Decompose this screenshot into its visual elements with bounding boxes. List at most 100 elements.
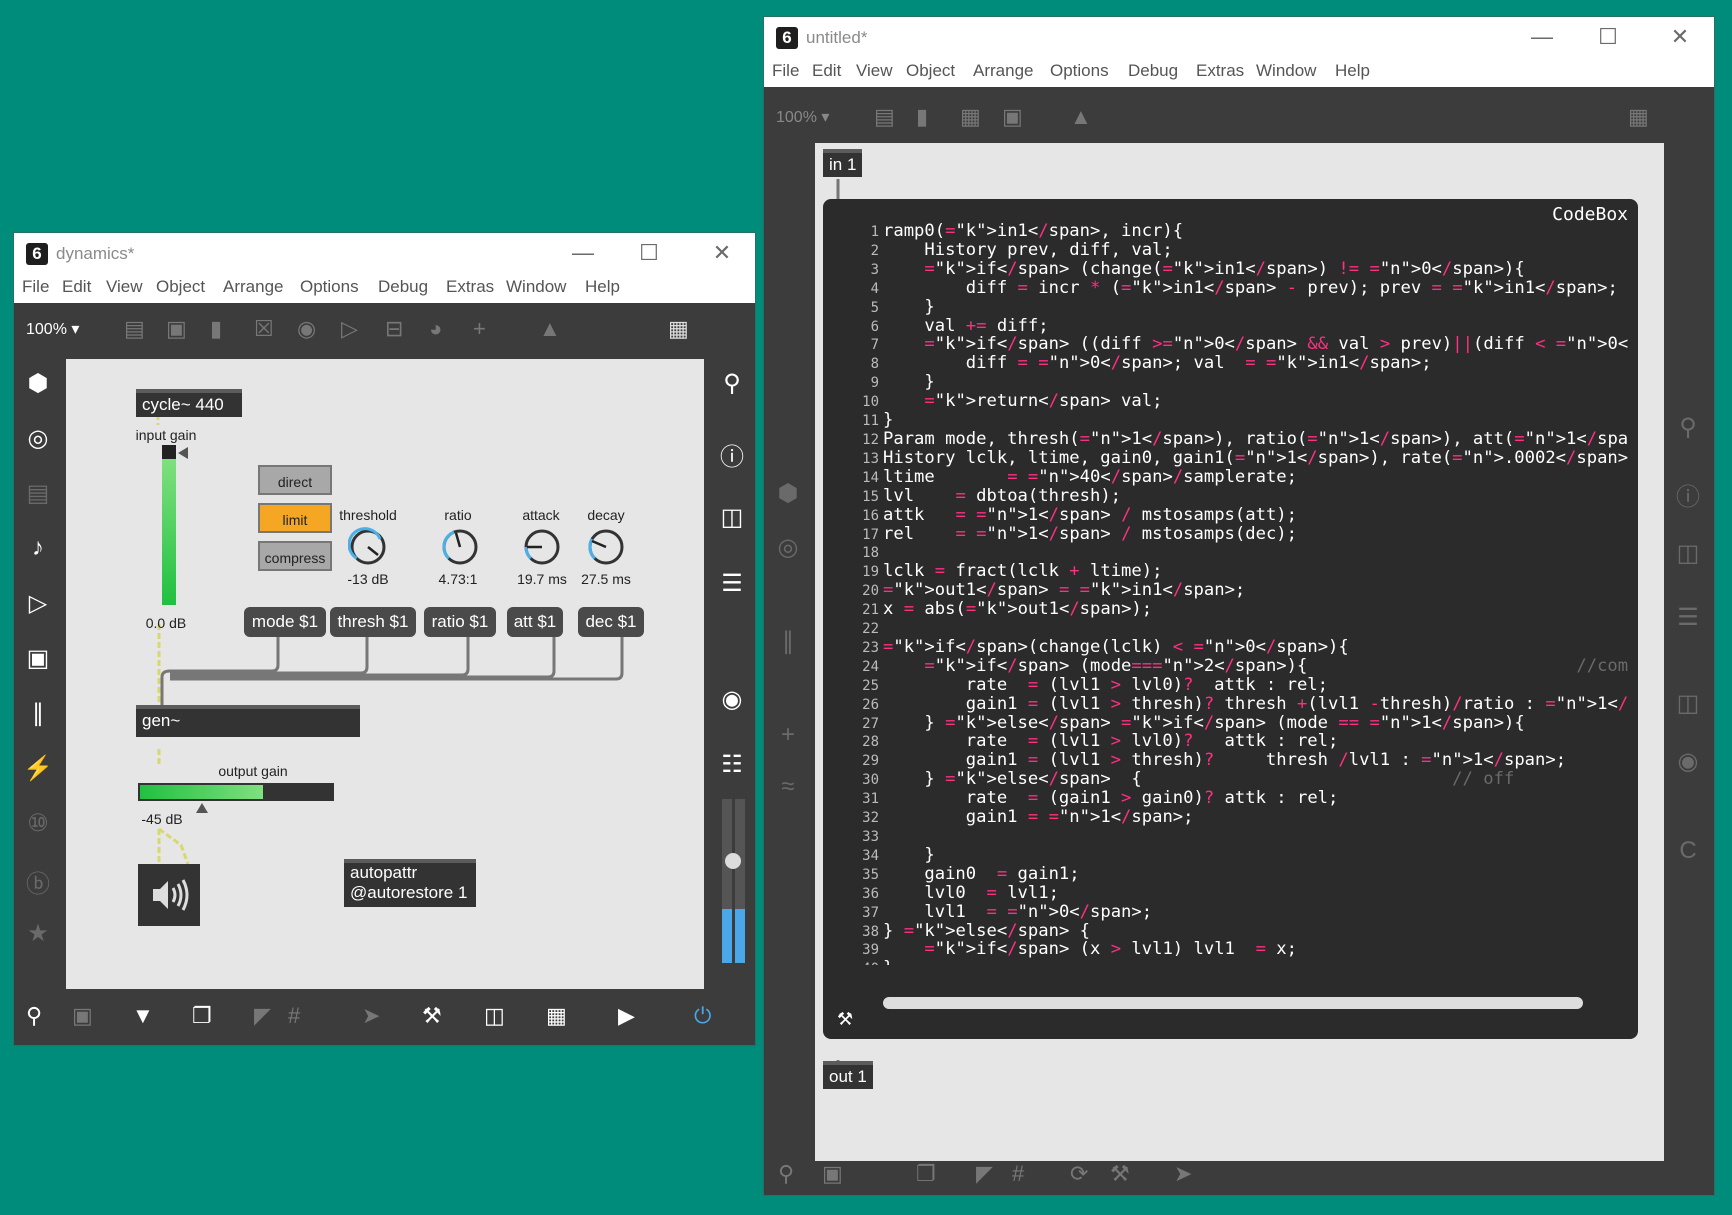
windows-icon[interactable]: ❐	[192, 1003, 212, 1029]
menu-file[interactable]: File	[772, 61, 799, 81]
align-icon[interactable]: ◤	[254, 1003, 271, 1029]
select-icon[interactable]: ▣	[72, 1003, 93, 1029]
menu-extras[interactable]: Extras	[446, 277, 494, 297]
mode-message[interactable]: mode $1	[244, 607, 326, 637]
lock-icon[interactable]: ⚲	[26, 1003, 42, 1029]
columns-icon[interactable]: ◫	[712, 503, 752, 532]
target-icon[interactable]: ◎	[768, 533, 808, 562]
cube-icon[interactable]: ⬢	[18, 369, 58, 398]
menu-edit[interactable]: Edit	[812, 61, 841, 81]
att-message[interactable]: att $1	[507, 607, 563, 637]
camera-icon[interactable]: ◉	[1668, 747, 1708, 776]
menu-options[interactable]: Options	[300, 277, 359, 297]
book-icon[interactable]: ◫	[1668, 689, 1708, 718]
hammer-icon[interactable]: ⚒	[837, 1009, 853, 1030]
target-icon[interactable]: ◎	[18, 424, 58, 453]
paperclip-icon[interactable]: ∥	[768, 627, 808, 656]
decay-dial[interactable]	[586, 527, 626, 567]
info-icon[interactable]: ⓘ	[712, 437, 752, 472]
gen-object[interactable]: gen~	[136, 705, 360, 737]
wave-icon[interactable]: ≈	[768, 773, 808, 801]
grid-icon[interactable]: #	[288, 1003, 300, 1029]
meter-knob[interactable]	[725, 853, 741, 869]
menu-help[interactable]: Help	[1335, 61, 1370, 81]
close-icon[interactable]: ✕	[702, 239, 742, 267]
toggle-icon[interactable]: ☒	[254, 317, 274, 341]
threshold-dial[interactable]	[348, 527, 388, 567]
attack-dial[interactable]	[522, 527, 562, 567]
cube-icon[interactable]: ⬢	[768, 479, 808, 508]
ratio-message[interactable]: ratio $1	[424, 607, 496, 637]
title-bar[interactable]: 6 dynamics* — ☐ ✕	[14, 233, 755, 273]
menu-help[interactable]: Help	[585, 277, 620, 297]
plug-icon[interactable]: ⚡	[18, 754, 58, 783]
message-icon[interactable]: ▣	[166, 317, 187, 341]
music-note-icon[interactable]: ♪	[18, 534, 58, 562]
menu-object[interactable]: Object	[906, 61, 955, 81]
search-icon[interactable]: ⚲	[1668, 413, 1708, 442]
mode-tab-limit[interactable]: limit	[258, 503, 332, 533]
outlet-object[interactable]: out 1	[823, 1061, 873, 1089]
menu-view[interactable]: View	[856, 61, 893, 81]
monitor-icon[interactable]: ▤	[18, 479, 58, 508]
snap-icon[interactable]: ➤	[362, 1003, 380, 1029]
menu-window[interactable]: Window	[506, 277, 566, 297]
speaker-dac[interactable]	[138, 864, 200, 926]
title-bar[interactable]: 6 untitled* — ☐ ✕	[764, 17, 1714, 57]
patcher-canvas[interactable]: cycle~ 440 input gain 0.0 dB direct limi…	[66, 359, 704, 989]
presentation-icon[interactable]: ▤	[124, 317, 145, 341]
comment-icon[interactable]: ▮	[916, 105, 928, 129]
menu-view[interactable]: View	[106, 277, 143, 297]
close-icon[interactable]: ✕	[1660, 23, 1700, 51]
menu-edit[interactable]: Edit	[62, 277, 91, 297]
cycle-object[interactable]: cycle~ 440	[136, 389, 242, 417]
codebox-icon[interactable]: ▣	[1002, 105, 1023, 129]
grid-icon[interactable]: ▦	[1628, 105, 1649, 129]
comment-icon[interactable]: ▮	[210, 317, 222, 341]
paperclip-icon[interactable]: ∥	[18, 699, 58, 728]
menu-options[interactable]: Options	[1050, 61, 1109, 81]
power-icon[interactable]: ⏻	[694, 1003, 711, 1029]
c-icon[interactable]: C	[1668, 837, 1708, 865]
grid-pattern-icon[interactable]: ▦	[960, 105, 981, 129]
menu-object[interactable]: Object	[156, 277, 205, 297]
add-object-icon[interactable]: +	[473, 317, 486, 341]
menu-arrange[interactable]: Arrange	[223, 277, 283, 297]
play-icon[interactable]: ▶	[618, 1003, 635, 1029]
presentation-icon[interactable]: ▤	[874, 105, 895, 129]
presentation-mode-icon[interactable]: ▼	[132, 1003, 154, 1029]
grid-icon[interactable]: ▦	[668, 317, 689, 341]
ratio-dial[interactable]	[440, 527, 480, 567]
camera-icon[interactable]: ◉	[712, 685, 752, 714]
maximize-icon[interactable]: ☐	[1588, 23, 1628, 51]
paint-bucket-icon[interactable]: ▲	[1070, 105, 1092, 129]
dec-message[interactable]: dec $1	[578, 607, 644, 637]
number-icon[interactable]: ▷	[341, 317, 358, 341]
grid-icon[interactable]: #	[1012, 1161, 1024, 1187]
image-icon[interactable]: ▣	[18, 644, 58, 673]
gen-canvas[interactable]: in 1 CodeBox 1 ramp0(="k">in1</span>, inc…	[815, 143, 1664, 1161]
button-icon[interactable]: ◉	[297, 317, 316, 341]
mode-tab-direct[interactable]: direct	[258, 465, 332, 495]
add-icon[interactable]: +	[768, 721, 808, 749]
dial-icon[interactable]: ◕	[429, 317, 442, 341]
output-gain-slider[interactable]	[138, 783, 334, 813]
play-step-icon[interactable]: ▷	[18, 589, 58, 618]
refresh-icon[interactable]: ⟳	[1070, 1161, 1088, 1187]
menu-arrange[interactable]: Arrange	[973, 61, 1033, 81]
snap-icon[interactable]: ➤	[1174, 1161, 1192, 1187]
align-icon[interactable]: ◤	[976, 1161, 993, 1187]
star-icon[interactable]: ★	[18, 919, 58, 948]
select-icon[interactable]: ▣	[822, 1161, 843, 1187]
inlet-object[interactable]: in 1	[823, 149, 863, 177]
output-gain-pointer[interactable]	[196, 803, 208, 813]
horizontal-scrollbar[interactable]	[883, 997, 1583, 1009]
menu-debug[interactable]: Debug	[378, 277, 428, 297]
menu-window[interactable]: Window	[1256, 61, 1316, 81]
piano-icon[interactable]: ◫	[484, 1003, 505, 1029]
info-icon[interactable]: ⓘ	[1668, 477, 1708, 512]
maximize-icon[interactable]: ☐	[629, 239, 669, 267]
b-icon[interactable]: ⓑ	[18, 864, 58, 899]
code-area[interactable]: 1 ramp0(="k">in1</span>, incr){2 History …	[829, 223, 1629, 965]
input-gain-handle[interactable]	[162, 445, 176, 459]
